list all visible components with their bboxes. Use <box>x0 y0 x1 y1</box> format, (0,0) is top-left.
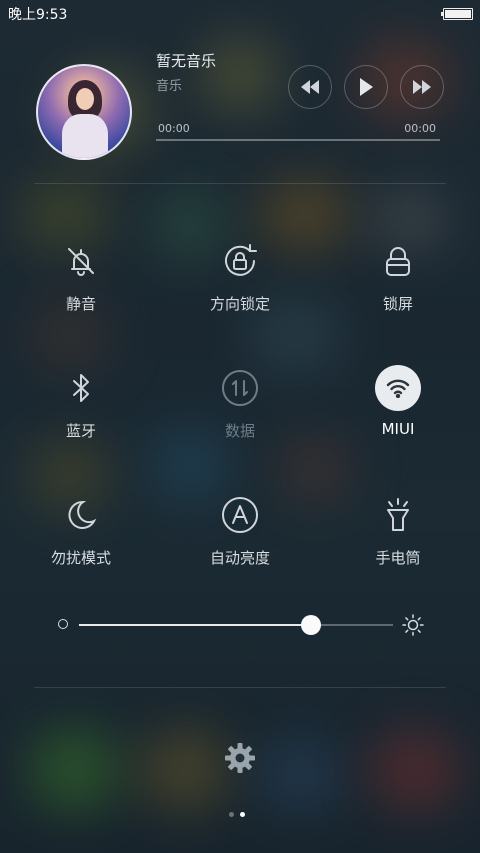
toggle-label: 手电筒 <box>375 549 421 567</box>
bluetooth-icon <box>58 365 104 411</box>
auto-brightness-icon <box>217 492 263 538</box>
rewind-icon <box>301 80 319 94</box>
toggle-flashlight[interactable]: 手电筒 <box>333 492 463 592</box>
toggle-label: MIUI <box>381 420 415 438</box>
elapsed-time: 00:00 <box>158 122 190 135</box>
flashlight-icon <box>375 492 421 538</box>
next-button[interactable] <box>400 65 444 109</box>
brightness-low-icon <box>58 619 68 629</box>
toggle-bluetooth[interactable]: 蓝牙 <box>16 365 146 465</box>
data-icon <box>217 365 263 411</box>
toggle-wifi[interactable]: MIUI <box>333 365 463 465</box>
toggle-mobile-data[interactable]: 数据 <box>175 365 305 465</box>
page-dot-active <box>240 812 245 817</box>
rotation-lock-icon <box>217 238 263 284</box>
toggle-rotation-lock[interactable]: 方向锁定 <box>175 238 305 338</box>
page-dot <box>229 812 234 817</box>
brightness-slider[interactable] <box>56 610 426 640</box>
album-art[interactable] <box>36 64 132 160</box>
song-subtitle: 音乐 <box>156 79 183 94</box>
toggle-label: 蓝牙 <box>65 422 96 440</box>
toggle-mute[interactable]: 静音 <box>16 238 146 338</box>
divider <box>34 687 446 688</box>
moon-icon <box>58 492 104 538</box>
toggle-label: 方向锁定 <box>209 295 270 313</box>
toggle-label: 自动亮度 <box>209 549 270 567</box>
lock-icon <box>375 238 421 284</box>
fast-forward-icon <box>413 80 431 94</box>
toggle-label: 锁屏 <box>382 295 413 313</box>
battery-icon <box>441 8 473 20</box>
toggle-label: 静音 <box>65 295 96 313</box>
status-time: 晚上9:53 <box>8 7 68 23</box>
brightness-high-icon <box>402 614 424 636</box>
brightness-fill <box>79 624 312 626</box>
previous-button[interactable] <box>288 65 332 109</box>
toggle-lock-screen[interactable]: 锁屏 <box>333 238 463 338</box>
song-title: 暂无音乐 <box>156 52 217 70</box>
play-icon <box>360 78 373 96</box>
play-button[interactable] <box>344 65 388 109</box>
gear-icon <box>225 743 255 773</box>
toggle-do-not-disturb[interactable]: 勿扰模式 <box>16 492 146 592</box>
status-bar: 晚上9:53 <box>0 0 480 26</box>
media-progress-bar[interactable] <box>156 139 440 141</box>
toggle-label: 勿扰模式 <box>50 549 111 567</box>
toggle-auto-brightness[interactable]: 自动亮度 <box>175 492 305 592</box>
toggle-label: 数据 <box>224 422 255 440</box>
divider <box>34 183 446 184</box>
brightness-handle[interactable] <box>301 615 322 635</box>
settings-button[interactable] <box>222 740 258 776</box>
page-indicator <box>229 812 245 817</box>
total-time: 00:00 <box>404 122 436 135</box>
wifi-icon <box>375 365 421 411</box>
bell-off-icon <box>58 238 104 284</box>
